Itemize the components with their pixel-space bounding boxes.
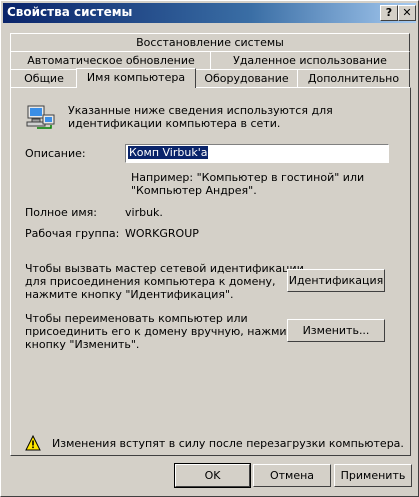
identify-button[interactable]: Идентификация bbox=[287, 269, 385, 292]
system-properties-window: Свойства системы ? ✕ Восстановление сист… bbox=[0, 0, 419, 497]
wizard-text-line2: для присоединения компьютера к домену, bbox=[25, 275, 276, 288]
computer-network-icon bbox=[25, 102, 57, 134]
intro-text-line1: Указанные ниже сведения используются для bbox=[68, 104, 333, 117]
cancel-button[interactable]: Отмена bbox=[253, 464, 331, 487]
title-bar[interactable]: Свойства системы ? ✕ bbox=[3, 3, 416, 23]
wizard-text-line3: нажмите кнопку "Идентификация". bbox=[25, 288, 234, 301]
tab-general[interactable]: Общие bbox=[10, 69, 78, 87]
ok-button[interactable]: OK bbox=[174, 463, 251, 488]
wizard-text-line1: Чтобы вызвать мастер сетевой идентификац… bbox=[25, 262, 304, 275]
change-button[interactable]: Изменить... bbox=[287, 319, 385, 342]
example-text-line2: "Компьютер Андрея". bbox=[131, 184, 257, 197]
warning-icon bbox=[25, 434, 41, 451]
tab-automatic-updates[interactable]: Автоматическое обновление bbox=[10, 51, 212, 69]
description-field[interactable]: Комп Virbuk'a bbox=[125, 144, 389, 163]
tab-system-restore[interactable]: Восстановление системы bbox=[10, 33, 410, 51]
tab-advanced[interactable]: Дополнительно bbox=[297, 69, 410, 87]
intro-text-line2: идентификации компьютера в сети. bbox=[68, 117, 281, 130]
restart-warning-text: Изменения вступят в силу после перезагру… bbox=[52, 437, 404, 450]
apply-button[interactable]: Применить bbox=[334, 464, 412, 487]
tab-computer-name[interactable]: Имя компьютера bbox=[76, 68, 196, 88]
tab-hardware[interactable]: Оборудование bbox=[195, 69, 298, 87]
workgroup-value: WORKGROUP bbox=[125, 227, 199, 240]
rename-text-line1: Чтобы переименовать компьютер или bbox=[25, 312, 248, 325]
example-text-line1: Например: "Компьютер в гостиной" или bbox=[131, 171, 365, 184]
close-button[interactable]: ✕ bbox=[398, 5, 416, 21]
workgroup-label: Рабочая группа: bbox=[25, 227, 120, 240]
help-button[interactable]: ? bbox=[380, 5, 398, 21]
fullname-label: Полное имя: bbox=[25, 206, 97, 219]
rename-text-line2: присоединить его к домену вручную, нажми… bbox=[25, 325, 300, 338]
description-value: Комп Virbuk'a bbox=[128, 146, 209, 159]
rename-text-line3: кнопку "Изменить". bbox=[25, 338, 140, 351]
fullname-value: virbuk. bbox=[125, 206, 163, 219]
computer-name-panel: Указанные ниже сведения используются для… bbox=[10, 87, 411, 456]
description-label: Описание: bbox=[25, 147, 86, 160]
window-title: Свойства системы bbox=[7, 5, 133, 19]
tab-remote[interactable]: Удаленное использование bbox=[210, 51, 410, 69]
